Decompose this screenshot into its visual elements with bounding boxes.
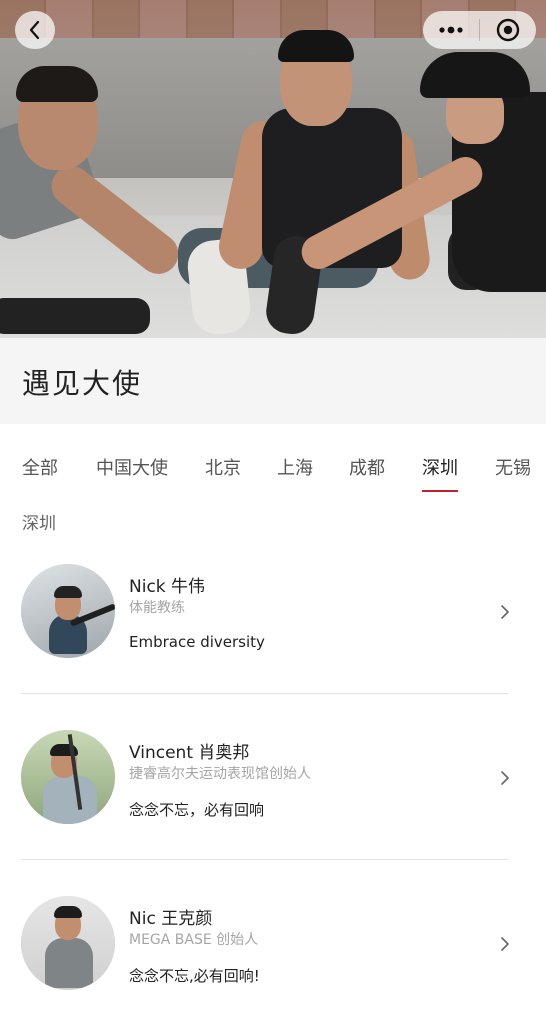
close-button[interactable] xyxy=(480,11,536,49)
tab-label: 北京 xyxy=(205,458,241,479)
page-title-bar: 遇见大使 xyxy=(0,338,546,424)
chevron-right-icon xyxy=(501,605,509,619)
avatar xyxy=(21,730,115,824)
tab-label: 全部 xyxy=(22,458,58,479)
ambassador-role: 捷睿高尔夫运动表现馆创始人 xyxy=(129,766,311,782)
right-athlete-cap xyxy=(420,52,530,98)
ambassador-list-item[interactable]: Nic 王克颜 MEGA BASE 创始人 念念不忘,必有回响! xyxy=(0,860,546,1026)
tab-beijing[interactable]: 北京 xyxy=(205,454,241,480)
tab-label: 成都 xyxy=(349,458,385,479)
mini-program-capsule xyxy=(423,11,536,49)
ambassador-motto: 念念不忘,必有回响! xyxy=(129,967,260,985)
chevron-right-icon xyxy=(501,937,509,951)
left-athlete-leg xyxy=(0,298,150,334)
ambassador-motto: 念念不忘，必有回响 xyxy=(129,801,265,819)
avatar xyxy=(21,564,115,658)
target-circle-icon xyxy=(496,18,520,42)
left-athlete-hair xyxy=(16,66,98,102)
active-tab-underline xyxy=(422,490,458,492)
avatar xyxy=(21,896,115,990)
tab-wuxi[interactable]: 无锡 xyxy=(495,454,531,480)
city-tabs: 全部 中国大使 北京 上海 成都 深圳 无锡 xyxy=(0,424,546,494)
page-title: 遇见大使 xyxy=(22,367,143,400)
tab-label: 无锡 xyxy=(495,458,531,479)
ambassador-name: Vincent 肖奥邦 xyxy=(129,743,250,763)
ambassador-motto: Embrace diversity xyxy=(129,633,265,651)
tab-china-ambassador[interactable]: 中国大使 xyxy=(96,454,168,480)
chevron-left-icon xyxy=(29,20,40,40)
tab-chengdu[interactable]: 成都 xyxy=(349,454,385,480)
more-dots-icon xyxy=(439,26,463,34)
tab-label: 中国大使 xyxy=(96,458,168,479)
ambassador-list-item[interactable]: Nick 牛伟 体能教练 Embrace diversity xyxy=(0,528,546,694)
ambassador-role: MEGA BASE 创始人 xyxy=(129,932,259,948)
tab-shenzhen[interactable]: 深圳 xyxy=(422,454,458,492)
tab-all[interactable]: 全部 xyxy=(22,454,58,480)
back-button[interactable] xyxy=(15,11,55,49)
ambassador-name: Nic 王克颜 xyxy=(129,909,213,929)
tab-label: 深圳 xyxy=(422,458,458,479)
ambassador-list-item[interactable]: Vincent 肖奥邦 捷睿高尔夫运动表现馆创始人 念念不忘，必有回响 xyxy=(0,694,546,860)
chevron-right-icon xyxy=(501,771,509,785)
more-button[interactable] xyxy=(423,11,479,49)
tab-label: 上海 xyxy=(277,458,313,479)
hero-banner-image xyxy=(0,0,546,338)
center-athlete-hair xyxy=(278,30,354,62)
ambassador-role: 体能教练 xyxy=(129,600,185,616)
ambassador-name: Nick 牛伟 xyxy=(129,577,206,597)
tab-shanghai[interactable]: 上海 xyxy=(277,454,313,480)
